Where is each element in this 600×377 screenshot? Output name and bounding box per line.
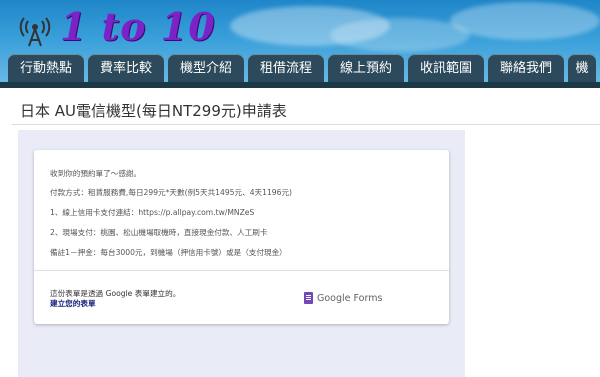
title-divider xyxy=(12,124,600,125)
card-divider xyxy=(34,270,449,271)
site-header: 1 to 10 行動熱點 費率比較 機型介紹 租借流程 線上預約 收訊範圍 聯絡… xyxy=(0,0,600,88)
page-title: 日本 AU電信機型(每日NT299元)申請表 xyxy=(20,102,287,120)
online-payment-link-text[interactable]: 1、線上信用卡支付連結：https://p.allpay.com.tw/MNZe… xyxy=(50,207,254,218)
google-forms-icon xyxy=(304,292,313,304)
create-form-link[interactable]: 建立您的表單 xyxy=(50,298,96,309)
google-forms-logo[interactable]: Google Forms xyxy=(304,292,382,304)
antenna-signal-icon xyxy=(19,17,51,47)
form-response-card: 收到你的預約單了～感謝。 付款方式：租賃服務費,每日299元*天數(例5天共14… xyxy=(34,150,449,324)
nav-tab-rates[interactable]: 費率比較 xyxy=(88,54,164,84)
deposit-note-text: 備註1－押金：每台3000元，到機場（押信用卡號）或是（支付現金） xyxy=(50,248,287,257)
nav-tab-coverage[interactable]: 收訊範圍 xyxy=(408,54,484,84)
nav-tab-hotspot[interactable]: 行動熱點 xyxy=(8,54,84,84)
cloud-decoration xyxy=(330,18,470,52)
nav-tab-contact[interactable]: 聯絡我們 xyxy=(488,54,564,84)
nav-tab-booking[interactable]: 線上預約 xyxy=(328,54,404,84)
main-nav: 行動熱點 費率比較 機型介紹 租借流程 線上預約 收訊範圍 聯絡我們 機 xyxy=(8,54,600,84)
nav-bar-base xyxy=(0,82,600,88)
nav-tab-models[interactable]: 機型介紹 xyxy=(168,54,244,84)
nav-tab-more[interactable]: 機 xyxy=(568,54,596,84)
onsite-payment-text: 2、現場支付：桃園、松山機場取機時，直接現金付款、人工刷卡 xyxy=(50,228,268,237)
cloud-decoration xyxy=(450,2,600,40)
site-logo[interactable]: 1 to 10 xyxy=(60,4,216,49)
google-forms-brand: Google Forms xyxy=(317,292,383,304)
nav-tab-rental-process[interactable]: 租借流程 xyxy=(248,54,324,84)
payment-method-text: 付款方式：租賃服務費,每日299元*天數(例5天共1495元、4天1196元) xyxy=(50,188,293,197)
confirmation-message: 收到你的預約單了～感謝。 xyxy=(50,169,142,178)
